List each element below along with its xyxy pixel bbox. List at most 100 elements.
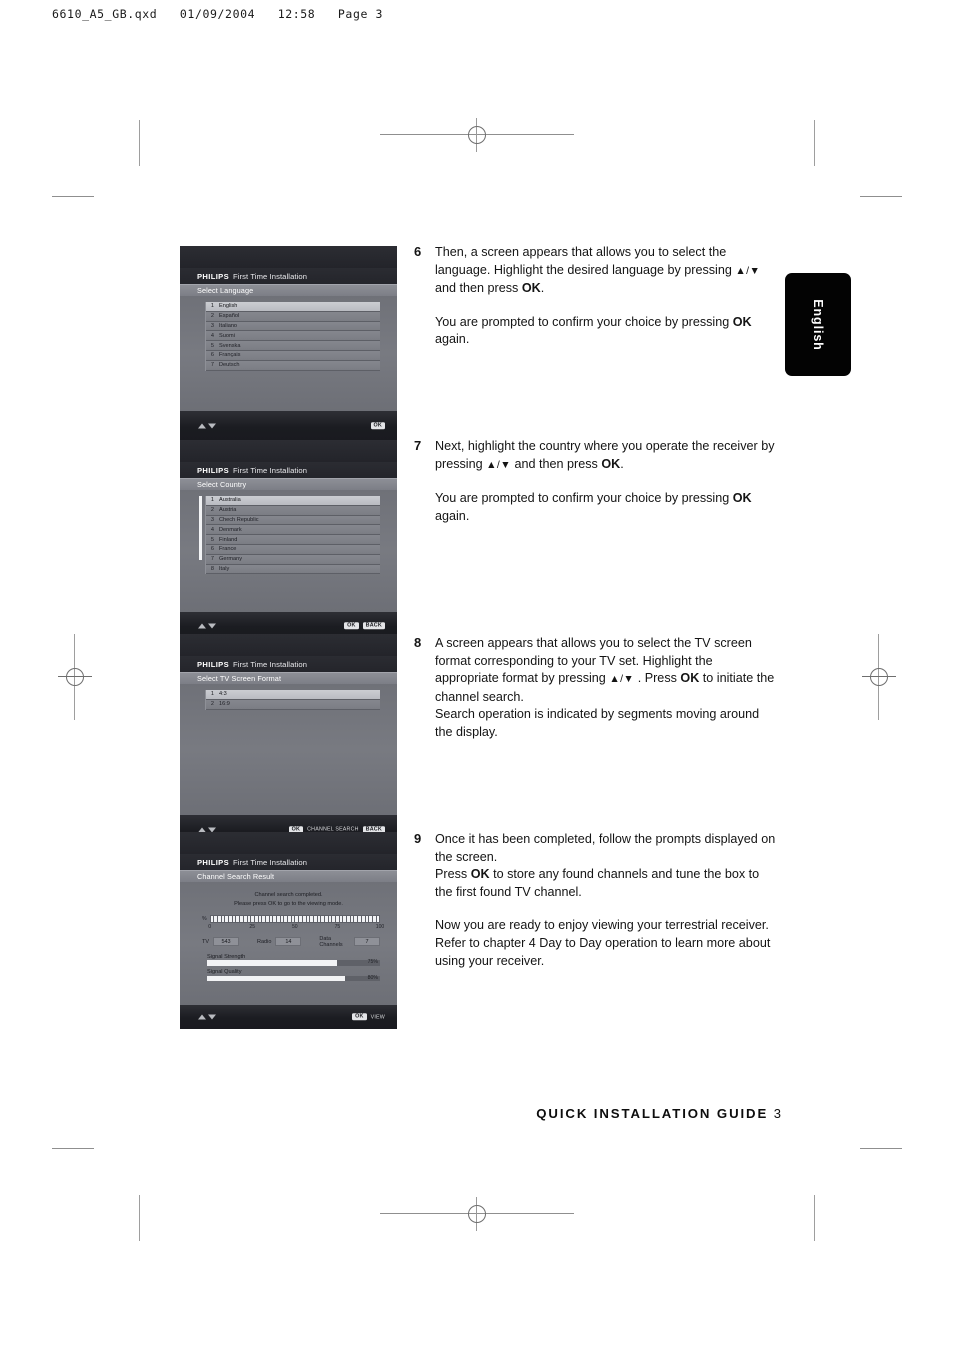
list-item-label: English <box>219 303 238 310</box>
step-paragraph: Once it has been completed, follow the p… <box>435 832 776 864</box>
count-value: 543 <box>213 937 240 947</box>
action-badges: OK BACK <box>344 621 385 630</box>
progress-segment <box>284 916 288 922</box>
step-text: A screen appears that allows you to sele… <box>435 635 779 742</box>
list-item[interactable]: 5 Finland <box>206 535 380 545</box>
prepress-header: 6610_A5_GB.qxd 01/09/2004 12:58 Page 3 <box>52 7 384 21</box>
arrow-up-icon[interactable] <box>198 623 206 628</box>
list-item[interactable]: 2 16:9 <box>206 699 380 710</box>
channel-counts: TV 543 Radio 14 Data Channels 7 <box>202 936 380 948</box>
progress-segment <box>313 916 317 922</box>
nav-arrows[interactable] <box>198 423 216 429</box>
list-item[interactable]: 2 Español <box>206 311 380 322</box>
tv-subtitle-bar: Channel Search Result <box>180 870 397 882</box>
tv-title-row: PHILIPS First Time Installation <box>180 462 397 478</box>
step-paragraph: Now you are ready to enjoy viewing your … <box>435 918 771 968</box>
list-item-label: Denmark <box>219 526 242 533</box>
list-item-label: Finland <box>219 536 238 543</box>
action-badge-ok[interactable]: OK <box>344 621 359 630</box>
signal-row: Signal Quality 80% <box>207 969 380 982</box>
philips-logo: PHILIPS <box>197 857 229 867</box>
progress-segment <box>218 916 221 922</box>
registration-mark-bottom <box>380 1197 574 1231</box>
arrow-up-icon[interactable] <box>198 1014 206 1020</box>
list-item-number: 2 <box>210 701 214 708</box>
count-label: Data Channels <box>319 935 343 948</box>
list-item[interactable]: 7 Germany <box>206 554 380 565</box>
arrow-down-icon[interactable] <box>207 623 216 628</box>
tv-subtitle: Select TV Screen Format <box>197 674 282 683</box>
nav-arrows[interactable] <box>198 623 216 628</box>
progress-segment <box>254 916 258 922</box>
tv-body: 1 English 2 Español 3 Italiano 4 Suomi 5 Svenska 6… <box>180 296 397 411</box>
arrow-down-icon[interactable] <box>207 1014 216 1020</box>
progress-segment <box>221 916 225 922</box>
list-item[interactable]: 2 Austria <box>206 505 380 516</box>
step-number: 6 <box>414 244 422 259</box>
list-item[interactable]: 6 Français <box>206 350 380 361</box>
tv-body: Channel search completed. Please press OK… <box>180 882 397 1005</box>
progress-segment <box>291 916 295 922</box>
footer-title: QUICK INSTALLATION GUIDE <box>536 1106 769 1121</box>
count-radio: Radio 14 <box>257 937 302 947</box>
crop-line-top-right <box>860 196 902 197</box>
list-item-label: Italiano <box>219 322 238 329</box>
list-item-number: 4 <box>210 332 214 339</box>
progress-segment <box>251 916 254 922</box>
arrow-down-icon[interactable] <box>207 423 216 429</box>
list-item-label: France <box>219 546 237 553</box>
signal-fill <box>207 975 346 982</box>
progress-segment <box>247 916 251 922</box>
signal-fill <box>207 960 337 966</box>
list-item-label: 4:3 <box>219 691 227 698</box>
list-item[interactable]: 3 Italiano <box>206 321 380 332</box>
tv-subtitle-bar: Select TV Screen Format <box>180 672 397 684</box>
scrollbar[interactable] <box>199 496 202 560</box>
progress-segment <box>347 916 350 922</box>
list-item-label: Français <box>219 352 241 359</box>
tv-subtitle-bar: Select Country <box>180 478 397 490</box>
list-item-number: 4 <box>210 526 214 533</box>
progress-segment <box>358 916 361 922</box>
step-paragraph: Press OK to store any found channels and… <box>435 867 760 899</box>
crop-line-left-vertical-b <box>139 1195 140 1241</box>
list-item[interactable]: 6 France <box>206 544 380 555</box>
action-label: VIEW <box>370 1014 385 1020</box>
progress-segment <box>214 916 217 922</box>
list-item-label: Suomi <box>219 332 235 339</box>
list-item[interactable]: 1 Australia <box>206 496 380 506</box>
action-badge-back[interactable]: BACK <box>362 621 385 630</box>
list-item-number: 1 <box>210 691 214 698</box>
progress-segment <box>306 916 310 922</box>
option-list: 1 4:3 2 16:9 <box>205 690 380 710</box>
list-item[interactable]: 4 Denmark <box>206 525 380 536</box>
progress-segment <box>350 916 354 922</box>
list-item[interactable]: 7 Deutsch <box>206 360 380 371</box>
progress-segment <box>232 916 236 922</box>
action-badge-ok[interactable]: OK <box>370 422 385 430</box>
tv-screen-select-tv-screen-format: PHILIPS First Time Installation Select TV … <box>180 634 397 844</box>
result-message-line2: Please press OK to go to the viewing mod… <box>234 900 343 907</box>
crop-line-left-vertical <box>139 120 140 166</box>
list-item[interactable]: 1 English <box>206 302 380 312</box>
list-item[interactable]: 8 Italy <box>206 564 380 575</box>
list-item[interactable]: 4 Suomi <box>206 331 380 342</box>
list-item[interactable]: 1 4:3 <box>206 690 380 700</box>
progress-segment <box>336 916 339 922</box>
count-tv: TV 543 <box>202 937 240 947</box>
step-paragraph: Next, highlight the country where you op… <box>435 439 775 471</box>
tv-screen-channel-search-result: PHILIPS First Time Installation Channel Se… <box>180 832 397 1029</box>
tv-subtitle: Select Country <box>197 480 247 489</box>
list-item-label: Chech Republic <box>219 516 259 523</box>
arrow-up-icon[interactable] <box>198 423 206 429</box>
nav-arrows[interactable] <box>198 1014 216 1020</box>
action-badge-ok[interactable]: OK <box>352 1013 367 1021</box>
tv-title-row: PHILIPS First Time Installation <box>180 268 397 284</box>
page-footer: QUICK INSTALLATION GUIDE 3 <box>0 1106 954 1121</box>
progress-segment <box>265 916 269 922</box>
philips-logo: PHILIPS <box>197 659 229 669</box>
list-item[interactable]: 3 Chech Republic <box>206 515 380 526</box>
list-item[interactable]: 5 Svenska <box>206 341 380 351</box>
list-item-label: 16:9 <box>219 701 230 708</box>
tv-subtitle: Select Language <box>197 286 254 295</box>
